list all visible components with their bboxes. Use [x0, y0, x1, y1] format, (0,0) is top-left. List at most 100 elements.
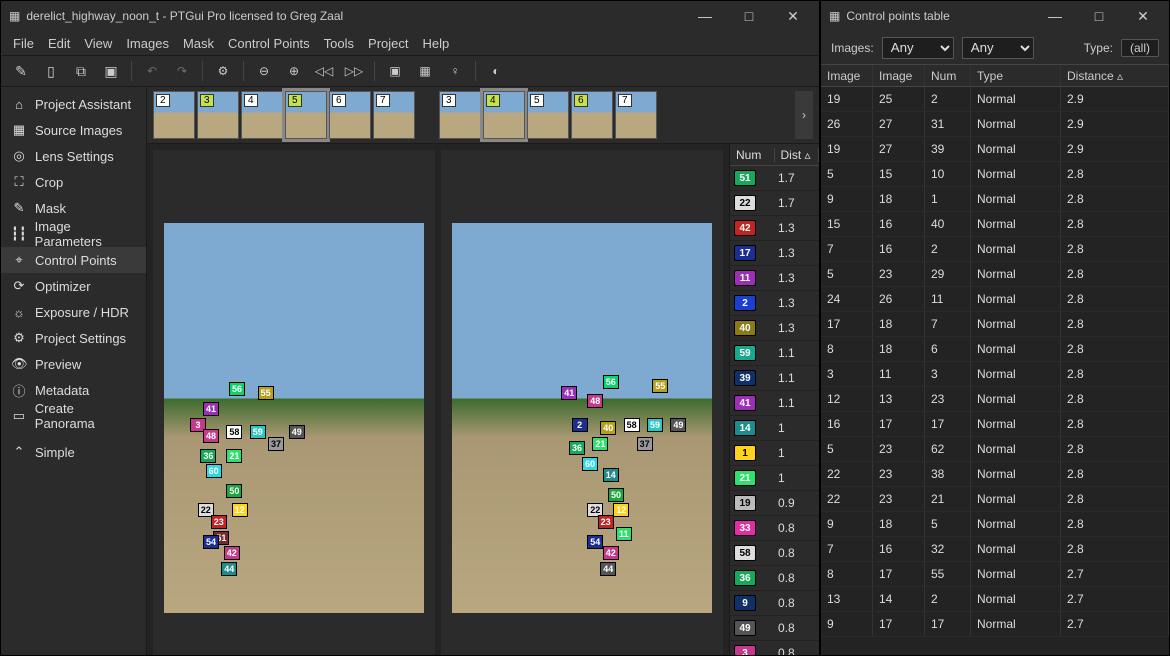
menu-mask[interactable]: Mask [183, 36, 214, 51]
table-row[interactable]: 262731Normal2.9 [821, 112, 1169, 137]
table-row[interactable]: 151640Normal2.8 [821, 212, 1169, 237]
minimize-button[interactable]: — [683, 1, 727, 31]
th-type[interactable]: Type [971, 65, 1061, 87]
new-project-icon[interactable]: ✎ [7, 57, 35, 85]
table-row[interactable]: 8186Normal2.8 [821, 337, 1169, 362]
sidebar-item-preview[interactable]: 👁Preview [1, 351, 146, 377]
table-row[interactable]: 222338Normal2.8 [821, 462, 1169, 487]
cp-marker-42[interactable]: 42 [603, 546, 619, 560]
sidebar-item-project-assistant[interactable]: ⌂Project Assistant [1, 91, 146, 117]
cp-list-row[interactable]: 330.8 [730, 516, 819, 541]
cp-list-row[interactable]: 211 [730, 466, 819, 491]
thumbnail-3[interactable]: 3 [197, 91, 239, 139]
cp-marker-44[interactable]: 44 [221, 562, 237, 576]
sidebar-item-metadata[interactable]: ⓘMetadata [1, 377, 146, 403]
table-row[interactable]: 81755Normal2.7 [821, 562, 1169, 587]
cp-list-row[interactable]: 190.9 [730, 491, 819, 516]
cp-list-row[interactable]: 141 [730, 416, 819, 441]
layers-icon[interactable]: ▣ [381, 57, 409, 85]
thumbnail-7[interactable]: 7 [373, 91, 415, 139]
table-row[interactable]: 7162Normal2.8 [821, 237, 1169, 262]
cp-list-row[interactable]: 490.8 [730, 616, 819, 641]
sidebar-item-control-points[interactable]: ⌖Control Points [1, 247, 146, 273]
menu-project[interactable]: Project [368, 36, 408, 51]
sidebar-item-create-panorama[interactable]: ▭Create Panorama [1, 403, 146, 429]
thumbnail-6[interactable]: 6 [571, 91, 613, 139]
table-row[interactable]: 3113Normal2.8 [821, 362, 1169, 387]
cp-list-row[interactable]: 221.7 [730, 191, 819, 216]
open-icon[interactable]: ▯ [37, 57, 65, 85]
thumbnail-2[interactable]: 2 [153, 91, 195, 139]
cp-close-button[interactable]: ✕ [1121, 1, 1165, 31]
thumbnail-5[interactable]: 5 [527, 91, 569, 139]
prev-icon[interactable]: ◁◁ [310, 57, 338, 85]
cp-marker-42[interactable]: 42 [224, 546, 240, 560]
image-filter-2[interactable]: Any [962, 37, 1034, 59]
cp-list-row[interactable]: 591.1 [730, 341, 819, 366]
cp-list-row[interactable]: 171.3 [730, 241, 819, 266]
sidebar-item-source-images[interactable]: ▦Source Images [1, 117, 146, 143]
redo-icon[interactable]: ↷ [168, 57, 196, 85]
thumbnail-6[interactable]: 6 [329, 91, 371, 139]
sidebar-item-optimizer[interactable]: ⟳Optimizer [1, 273, 146, 299]
cp-list-row[interactable]: 421.3 [730, 216, 819, 241]
menu-help[interactable]: Help [423, 36, 450, 51]
table-row[interactable]: 13142Normal2.7 [821, 587, 1169, 612]
thumbnail-3[interactable]: 3 [439, 91, 481, 139]
th-num[interactable]: Num [925, 65, 971, 87]
table-row[interactable]: 52362Normal2.8 [821, 437, 1169, 462]
cp-marker-59[interactable]: 59 [647, 418, 663, 432]
cp-marker-48[interactable]: 48 [587, 394, 603, 408]
zoom-in-icon[interactable]: ⊕ [280, 57, 308, 85]
cp-maximize-button[interactable]: □ [1077, 1, 1121, 31]
image-pane-left[interactable]: 415655348585936213749605022122351544244 [153, 150, 435, 655]
cp-col-dist[interactable]: Dist ▵ [775, 148, 820, 162]
cp-list-row[interactable]: 391.1 [730, 366, 819, 391]
thumbnail-7[interactable]: 7 [615, 91, 657, 139]
menu-images[interactable]: Images [126, 36, 169, 51]
cp-marker-21[interactable]: 21 [226, 449, 242, 463]
cp-marker-59[interactable]: 59 [250, 425, 266, 439]
type-filter-value[interactable]: (all) [1121, 39, 1159, 57]
cp-marker-37[interactable]: 37 [268, 437, 284, 451]
th-distance[interactable]: Distance ▵ [1061, 65, 1169, 87]
image-filter-1[interactable]: Any [882, 37, 954, 59]
cp-list-row[interactable]: 580.8 [730, 541, 819, 566]
image-pane-right[interactable]: 4156554824058594936213760145022122311544… [441, 150, 723, 655]
cp-marker-54[interactable]: 54 [203, 535, 219, 549]
help-icon[interactable]: ◐ [482, 57, 510, 85]
next-icon[interactable]: ▷▷ [340, 57, 368, 85]
table-row[interactable]: 91717Normal2.7 [821, 612, 1169, 637]
cp-marker-12[interactable]: 12 [232, 503, 248, 517]
cp-table[interactable]: Image Image Num Type Distance ▵ 19252Nor… [821, 65, 1169, 655]
table-row[interactable]: 9185Normal2.8 [821, 512, 1169, 537]
cp-marker-60[interactable]: 60 [582, 457, 598, 471]
cp-marker-14[interactable]: 14 [603, 468, 619, 482]
cp-marker-36[interactable]: 36 [200, 449, 216, 463]
cp-list-row[interactable]: 411.1 [730, 391, 819, 416]
thumb-scroll-right[interactable]: › [795, 91, 813, 139]
cp-col-num[interactable]: Num [730, 148, 775, 162]
cp-list-row[interactable]: 111.3 [730, 266, 819, 291]
cp-marker-11[interactable]: 11 [616, 527, 632, 541]
maximize-button[interactable]: □ [727, 1, 771, 31]
cp-marker-41[interactable]: 41 [561, 386, 577, 400]
cp-list-row[interactable]: 511.7 [730, 166, 819, 191]
sidebar-simple-toggle[interactable]: ⌃Simple [1, 439, 146, 465]
cp-marker-60[interactable]: 60 [206, 464, 222, 478]
grid-icon[interactable]: ▦ [411, 57, 439, 85]
menu-view[interactable]: View [84, 36, 112, 51]
table-row[interactable]: 242611Normal2.8 [821, 287, 1169, 312]
cp-marker-23[interactable]: 23 [211, 515, 227, 529]
cp-marker-23[interactable]: 23 [598, 515, 614, 529]
table-row[interactable]: 192739Normal2.9 [821, 137, 1169, 162]
cp-marker-58[interactable]: 58 [624, 418, 640, 432]
cp-list-row[interactable]: 11 [730, 441, 819, 466]
menu-control-points[interactable]: Control Points [228, 36, 310, 51]
cp-marker-12[interactable]: 12 [613, 503, 629, 517]
table-row[interactable]: 51510Normal2.8 [821, 162, 1169, 187]
sidebar-item-image-parameters[interactable]: ┇┇Image Parameters [1, 221, 146, 247]
th-image-a[interactable]: Image [821, 65, 873, 87]
thumbnail-4[interactable]: 4 [241, 91, 283, 139]
table-row[interactable]: 121323Normal2.8 [821, 387, 1169, 412]
